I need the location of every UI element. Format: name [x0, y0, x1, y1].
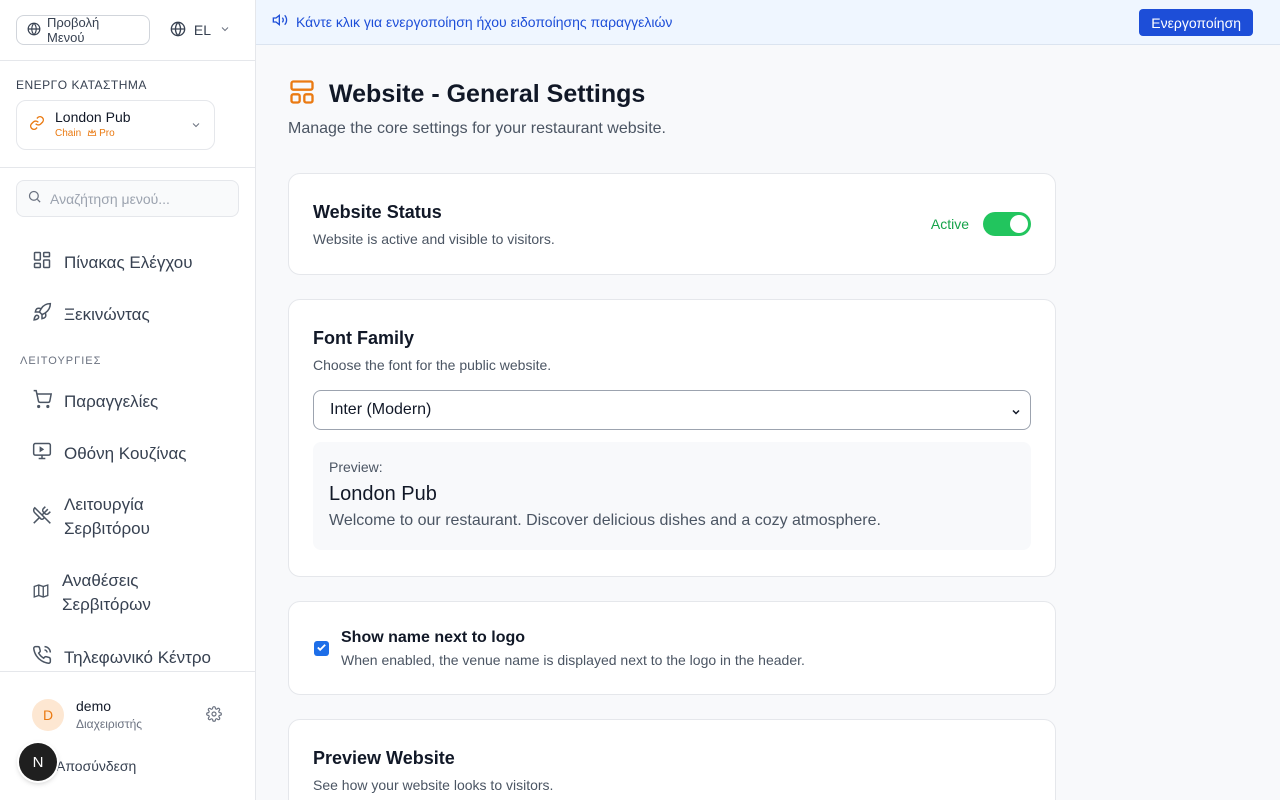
sidebar-item-kitchen-display[interactable]: Οθόνη Κουζίνας — [16, 441, 240, 466]
active-store-section: ΕΝΕΡΓΟ ΚΑΤΑΣΤΗΜΑ London Pub Chain Pro — [0, 61, 255, 168]
card-title: Font Family — [313, 328, 415, 348]
check-icon — [316, 640, 327, 658]
avatar: D — [32, 699, 64, 731]
sidebar-item-orders[interactable]: Παραγγελίες — [16, 389, 240, 414]
checkbox-title: Show name next to logo — [341, 629, 526, 646]
store-type: Chain — [55, 128, 82, 139]
cart-icon — [32, 389, 53, 414]
toggle-knob — [1010, 215, 1028, 233]
card-description: Choose the font for the public website. — [313, 357, 552, 373]
preview-text: Welcome to our restaurant. Discover deli… — [329, 512, 881, 529]
page-subtitle: Manage the core settings for your restau… — [288, 120, 666, 137]
sidebar-item-waiter-mode[interactable]: Λειτουργία Σερβιτόρου — [16, 493, 216, 541]
show-name-card: Show name next to logo When enabled, the… — [288, 601, 1056, 695]
checkbox-description: When enabled, the venue name is displaye… — [341, 652, 805, 668]
sidebar-item-label: Οθόνη Κουζίνας — [64, 443, 187, 463]
chevron-down-icon — [219, 22, 231, 38]
user-role: Διαχειριστής — [76, 717, 143, 731]
selected-font: Inter (Modern) — [330, 401, 432, 418]
store-plan: Pro — [99, 128, 115, 139]
preview-label: Preview: — [329, 459, 383, 475]
preview-name: London Pub — [329, 483, 437, 505]
sidebar-top-bar: Προβολή Μενού EL — [0, 0, 255, 61]
sidebar-item-label: Παραγγελίες — [64, 391, 159, 411]
rocket-icon — [32, 302, 52, 327]
card-description: Website is active and visible to visitor… — [313, 231, 555, 247]
preview-website-card: Preview Website See how your website loo… — [288, 719, 1056, 800]
gear-icon[interactable] — [206, 706, 222, 727]
card-description: See how your website looks to visitors. — [313, 777, 554, 793]
website-status-toggle[interactable] — [983, 212, 1031, 236]
phone-icon — [32, 645, 52, 670]
chevron-down-icon — [190, 118, 202, 136]
monitor-icon — [32, 441, 52, 466]
language-code: EL — [193, 22, 211, 38]
font-family-card: Font Family Choose the font for the publ… — [288, 299, 1056, 577]
status-label: Active — [930, 216, 969, 232]
store-selector[interactable]: London Pub Chain Pro — [16, 100, 215, 150]
sidebar-item-label: Πίνακας Ελέγχου — [64, 252, 193, 272]
utensils-crossed-icon — [32, 505, 52, 530]
banner-text[interactable]: Κάντε κλικ για ενεργοποίηση ήχου ειδοποί… — [296, 14, 672, 30]
font-family-select[interactable]: Inter (Modern) — [313, 390, 1031, 430]
sidebar-item-call-center[interactable]: Τηλεφωνικό Κέντρο — [16, 645, 240, 670]
globe-icon — [170, 21, 186, 40]
chain-link-icon — [29, 115, 45, 136]
dashboard-icon — [32, 250, 52, 275]
sidebar-item-label: Ξεκινώντας — [64, 304, 150, 324]
user-name: demo — [76, 698, 112, 714]
section-label: ΛΕΙΤΟΥΡΓΙΕΣ — [20, 355, 102, 367]
active-store-title: ΕΝΕΡΓΟ ΚΑΤΑΣΤΗΜΑ — [16, 78, 147, 92]
store-name: London Pub — [55, 109, 131, 125]
enable-sound-button[interactable]: Ενεργοποίηση — [1139, 9, 1253, 36]
website-status-card: Website Status Website is active and vis… — [288, 173, 1056, 275]
sidebar-item-getting-started[interactable]: Ξεκινώντας — [16, 302, 240, 327]
crown-icon — [87, 128, 97, 141]
sidebar-item-dashboard[interactable]: Πίνακας Ελέγχου — [16, 250, 240, 275]
sidebar-item-label: Αναθέσεις Σερβιτόρων — [62, 571, 151, 614]
chevron-down-icon — [1010, 405, 1022, 423]
sidebar-item-label: Λειτουργία Σερβιτόρου — [64, 495, 150, 538]
sidebar-item-waiter-assignments[interactable]: Αναθέσεις Σερβιτόρων — [16, 569, 216, 617]
show-name-checkbox[interactable] — [314, 641, 329, 656]
language-selector[interactable]: EL — [162, 21, 239, 40]
speaker-icon — [272, 12, 288, 33]
menu-view-label: Προβολή Μενού — [47, 15, 100, 45]
notification-banner: Κάντε κλικ για ενεργοποίηση ήχου ειδοποί… — [256, 0, 1280, 45]
page-header: Website - General Settings — [288, 78, 645, 111]
card-title: Preview Website — [313, 748, 455, 768]
font-preview: Preview: London Pub Welcome to our resta… — [313, 442, 1031, 550]
page-title: Website - General Settings — [329, 80, 646, 108]
dev-tools-badge[interactable]: N — [19, 743, 57, 781]
search-icon — [27, 189, 42, 209]
logout-link[interactable]: Αποσύνδεση — [56, 758, 136, 774]
layout-icon — [288, 78, 316, 111]
main-content: Website - General Settings Manage the co… — [256, 45, 1280, 800]
map-icon — [32, 582, 50, 605]
sidebar: Προβολή Μενού EL ΕΝΕΡΓΟ ΚΑΤΑΣΤΗΜΑ London… — [0, 0, 256, 800]
menu-search — [16, 180, 239, 217]
globe-icon — [27, 22, 41, 39]
sidebar-item-label: Τηλεφωνικό Κέντρο — [64, 647, 211, 667]
menu-view-button[interactable]: Προβολή Μενού — [16, 15, 150, 45]
card-title: Website Status — [313, 202, 442, 222]
menu-search-input[interactable] — [50, 190, 230, 207]
